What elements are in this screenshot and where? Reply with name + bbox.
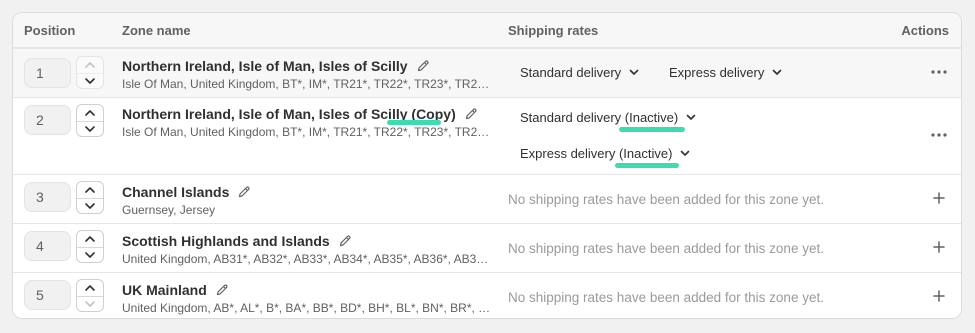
pencil-icon[interactable] xyxy=(416,59,430,73)
plus-icon[interactable] xyxy=(933,241,945,253)
chevron-down-icon xyxy=(85,78,95,84)
position-input[interactable]: 1 xyxy=(24,58,71,88)
pencil-icon[interactable] xyxy=(215,283,229,297)
move-down-button[interactable] xyxy=(77,121,103,137)
table-row: 1 Northern Ireland, Isle of Man, Isles o… xyxy=(13,48,961,97)
zone-title: Scottish Highlands and Islands xyxy=(122,233,352,249)
chevron-down-icon xyxy=(629,69,639,75)
empty-rates-message: No shipping rates have been added for th… xyxy=(508,241,824,256)
rate-dropdown-standard[interactable]: Standard delivery xyxy=(520,65,639,80)
table-row: 3 Channel Islands Guernsey, Jersey No sh… xyxy=(13,174,961,223)
position-input[interactable]: 5 xyxy=(24,280,71,310)
zone-regions: United Kingdom, AB31*, AB32*, AB33*, AB3… xyxy=(122,252,494,266)
chevron-down-icon xyxy=(85,126,95,132)
column-header-shipping-rates: Shipping rates xyxy=(508,23,599,38)
move-down-button[interactable] xyxy=(77,73,103,89)
chevron-up-icon xyxy=(85,285,95,291)
chevron-down-icon xyxy=(85,252,95,258)
annotation-highlight xyxy=(619,127,685,132)
pencil-icon[interactable] xyxy=(464,107,478,121)
table-row: 2 Northern Ireland, Isle of Man, Isles o… xyxy=(13,97,961,174)
chevron-down-icon xyxy=(85,203,95,209)
chevron-down-icon xyxy=(773,69,782,75)
rate-label: Express delivery xyxy=(669,65,765,80)
position-stepper xyxy=(76,279,104,312)
column-header-zone-name: Zone name xyxy=(122,23,191,38)
rate-label: Standard delivery (Inactive) xyxy=(520,110,679,125)
chevron-up-icon xyxy=(85,187,95,193)
move-up-button[interactable] xyxy=(77,182,103,199)
move-up-button[interactable] xyxy=(77,280,103,297)
column-header-actions: Actions xyxy=(901,23,949,38)
table-row: 5 UK Mainland United Kingdom, AB*, AL*, … xyxy=(13,272,961,318)
chevron-down-icon xyxy=(85,301,95,307)
annotation-highlight xyxy=(615,163,679,168)
zone-name: Northern Ireland, Isle of Man, Isles of … xyxy=(122,58,408,74)
zone-title: Northern Ireland, Isle of Man, Isles of … xyxy=(122,58,430,74)
pencil-icon[interactable] xyxy=(237,185,251,199)
column-header-position: Position xyxy=(24,23,76,38)
chevron-up-icon xyxy=(85,236,95,242)
shipping-zones-table: Position Zone name Shipping rates Action… xyxy=(12,12,962,319)
rate-dropdown-express[interactable]: Express delivery (Inactive) xyxy=(520,146,690,161)
table-header: Position Zone name Shipping rates Action… xyxy=(13,13,961,48)
zone-name: Channel Islands xyxy=(122,184,230,200)
zone-name: UK Mainland xyxy=(122,282,207,298)
position-input[interactable]: 3 xyxy=(24,182,71,212)
zone-regions: United Kingdom, AB*, AL*, B*, BA*, BB*, … xyxy=(122,301,494,315)
pencil-icon[interactable] xyxy=(338,234,352,248)
chevron-down-icon xyxy=(686,114,696,120)
move-down-button[interactable] xyxy=(77,296,103,312)
empty-rates-message: No shipping rates have been added for th… xyxy=(508,290,824,305)
rate-label: Express delivery (Inactive) xyxy=(520,146,673,161)
rate-dropdown-standard[interactable]: Standard delivery (Inactive) xyxy=(520,110,696,125)
empty-rates-message: No shipping rates have been added for th… xyxy=(508,192,824,207)
position-stepper xyxy=(76,230,104,263)
rate-dropdown-express[interactable]: Express delivery xyxy=(669,65,782,80)
plus-icon[interactable] xyxy=(933,290,945,302)
position-input[interactable]: 4 xyxy=(24,231,71,261)
chevron-up-icon xyxy=(85,62,95,68)
plus-icon[interactable] xyxy=(933,192,945,204)
move-up-button[interactable] xyxy=(77,57,103,74)
position-stepper xyxy=(76,104,104,137)
position-input[interactable]: 2 xyxy=(24,105,71,135)
position-stepper xyxy=(76,56,104,89)
zone-title: Channel Islands xyxy=(122,184,251,200)
zone-regions: Isle Of Man, United Kingdom, BT*, IM*, T… xyxy=(122,125,494,139)
ellipsis-icon[interactable] xyxy=(931,133,947,137)
zone-regions: Guernsey, Jersey xyxy=(122,203,216,217)
move-up-button[interactable] xyxy=(77,231,103,248)
ellipsis-icon[interactable] xyxy=(931,70,947,74)
zone-regions: Isle Of Man, United Kingdom, BT*, IM*, T… xyxy=(122,77,494,91)
rate-label: Standard delivery xyxy=(520,65,622,80)
zone-name: Scottish Highlands and Islands xyxy=(122,233,330,249)
move-down-button[interactable] xyxy=(77,247,103,263)
move-down-button[interactable] xyxy=(77,198,103,214)
position-stepper xyxy=(76,181,104,214)
move-up-button[interactable] xyxy=(77,105,103,122)
zone-title: UK Mainland xyxy=(122,282,229,298)
chevron-down-icon xyxy=(681,150,690,156)
table-row: 4 Scottish Highlands and Islands United … xyxy=(13,223,961,272)
chevron-up-icon xyxy=(85,110,95,116)
